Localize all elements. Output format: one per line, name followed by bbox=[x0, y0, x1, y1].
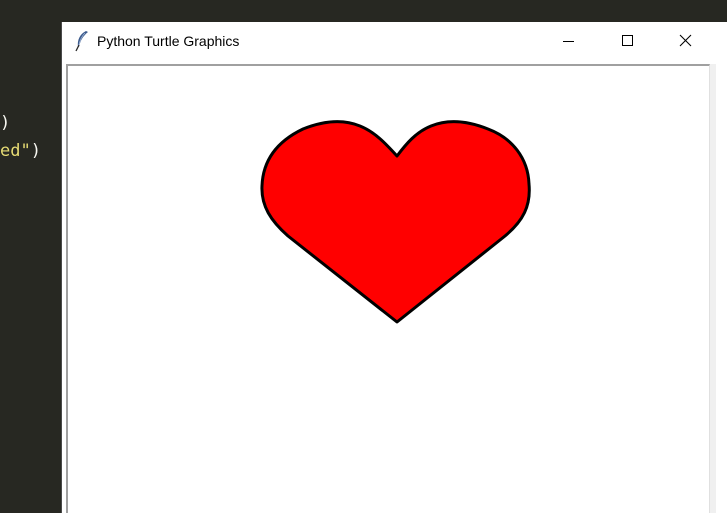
code-string: ed" bbox=[0, 141, 31, 161]
maximize-button[interactable] bbox=[598, 22, 656, 60]
feather-icon bbox=[73, 30, 91, 52]
window-right-edge bbox=[710, 64, 716, 513]
turtle-graphics-window[interactable]: Python Turtle Graphics bbox=[61, 22, 727, 513]
close-button[interactable] bbox=[656, 22, 714, 60]
close-icon bbox=[679, 34, 692, 47]
code-line-1: ) bbox=[0, 113, 10, 133]
window-title: Python Turtle Graphics bbox=[97, 33, 240, 49]
maximize-icon bbox=[622, 35, 633, 46]
minimize-icon bbox=[563, 41, 574, 42]
heart-shape bbox=[260, 120, 531, 324]
window-titlebar[interactable]: Python Turtle Graphics bbox=[62, 22, 727, 60]
minimize-button[interactable] bbox=[540, 22, 598, 60]
turtle-canvas[interactable] bbox=[66, 64, 710, 513]
code-paren: ) bbox=[0, 113, 11, 133]
code-line-2: ed") bbox=[0, 141, 41, 161]
code-paren: ) bbox=[30, 141, 41, 161]
canvas-drawing bbox=[260, 120, 531, 324]
